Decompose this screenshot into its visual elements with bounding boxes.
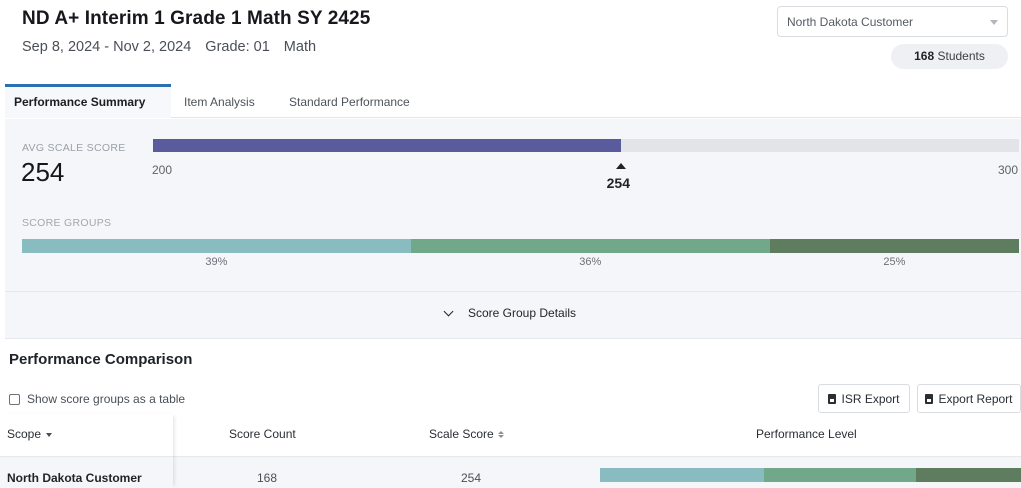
performance-level-column-header: Performance Level [756,427,857,441]
page-title: ND A+ Interim 1 Grade 1 Math SY 2425 [22,8,371,29]
isr-export-label: ISR Export [841,391,900,406]
performance-level-segment [600,468,765,482]
triangle-up-icon [615,163,626,169]
score-group-segment [22,239,411,253]
score-group-segment [769,239,1019,253]
date-range: Sep 8, 2024 - Nov 2, 2024 [22,39,192,55]
scale-max-label: 300 [997,163,1018,177]
score-marker-label: 254 [606,175,630,191]
score-groups-bar [22,239,1019,253]
score-group-percent: 39% [205,256,228,268]
students-label: Students [937,49,985,63]
students-count: 168 [914,49,935,63]
scope-column-divider [0,414,173,488]
tab-performance-summary[interactable]: Performance Summary [5,84,171,118]
subject-label: Math [283,39,317,55]
download-file-icon [828,393,837,404]
customer-select[interactable]: North Dakota Customer [777,6,1008,37]
performance-level-segment [915,468,1021,482]
scale-score-column-label: Scale Score [429,427,494,441]
scale-score-bar-fill [153,139,621,152]
export-report-button[interactable]: Export Report [917,384,1021,413]
students-count-badge: 168 Students [891,44,1008,69]
tab-standard-performance[interactable]: Standard Performance [289,84,410,118]
score-group-percent: 25% [883,256,906,268]
score-groups-percentages: 39% 36% 25% [22,256,1019,270]
sort-icon [497,431,504,439]
scale-score-bar [153,139,1019,152]
grade-label: Grade: 01 [205,39,270,55]
customer-select-value: North Dakota Customer [787,15,914,29]
score-group-details-row: Score Group Details [5,291,1021,339]
row-performance-level-bar [600,468,1021,482]
chevron-down-icon [443,306,454,316]
score-group-details-label: Score Group Details [468,306,577,320]
score-group-percent: 36% [579,256,602,268]
row-score-count: 168 [257,471,278,485]
assessment-details: Sep 8, 2024 - Nov 2, 2024 Grade: 01 Math [22,39,316,55]
score-group-segment [410,239,770,253]
isr-export-button[interactable]: ISR Export [818,384,910,413]
performance-comparison-title: Performance Comparison [9,351,193,368]
scale-score-column-header[interactable]: Scale Score [429,427,504,441]
avg-scale-score-label: AVG SCALE SCORE [22,142,126,154]
show-score-groups-label: Show score groups as a table [27,392,186,406]
performance-level-segment [764,468,916,482]
tab-item-analysis[interactable]: Item Analysis [184,84,255,118]
export-report-label: Export Report [938,391,1013,406]
score-group-details-toggle[interactable]: Score Group Details [443,306,577,320]
score-groups-label: SCORE GROUPS [22,217,112,229]
tab-bar: Performance Summary Item Analysis Standa… [5,84,1021,118]
performance-summary-panel: AVG SCALE SCORE 254 200 300 254 SCORE GR… [5,119,1021,339]
show-score-groups-toggle[interactable]: Show score groups as a table [9,392,185,406]
avg-scale-score-value: 254 [21,157,65,187]
row-scale-score: 254 [461,471,482,485]
scale-min-label: 200 [152,163,173,177]
show-score-groups-checkbox[interactable] [9,393,20,405]
chevron-down-icon [990,20,998,25]
score-count-column-header: Score Count [229,427,296,441]
download-file-icon [925,393,934,404]
